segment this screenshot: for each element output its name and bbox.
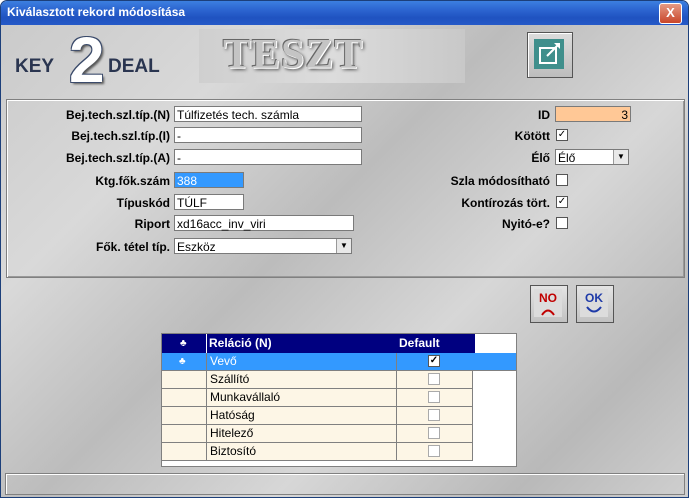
label-elo: Élő — [531, 151, 550, 165]
status-bar — [5, 473, 685, 495]
cancel-button[interactable]: NO — [530, 285, 568, 323]
club-icon: ♣ — [180, 338, 187, 349]
logo-two-text: 2 — [69, 24, 105, 96]
default-checkbox[interactable] — [428, 409, 440, 421]
edit-icon — [534, 39, 564, 69]
row-indicator[interactable] — [162, 371, 207, 389]
row-indicator[interactable] — [162, 407, 207, 425]
row-indicator[interactable] — [162, 425, 207, 443]
tech-szl-i-input[interactable]: - — [174, 127, 362, 143]
table-row-name[interactable]: Munkavállaló — [207, 389, 397, 407]
column-header-default[interactable]: Default — [397, 334, 475, 353]
title-bar[interactable]: Kiválasztott rekord módosítása X — [1, 1, 688, 25]
logo-key-text: KEY — [15, 56, 55, 77]
table-row-name[interactable]: Hitelező — [207, 425, 397, 443]
table-row-default[interactable] — [397, 425, 473, 443]
table-row-default[interactable] — [397, 407, 473, 425]
label-tech-szl-i: Bej.tech.szl.típ.(I) — [71, 129, 170, 143]
kotott-checkbox[interactable]: ✓ — [556, 129, 568, 141]
default-checkbox[interactable] — [428, 373, 440, 385]
close-button[interactable]: X — [659, 3, 682, 24]
table-row-default[interactable] — [397, 371, 473, 389]
tech-szl-a-input[interactable]: - — [174, 149, 362, 165]
label-nyito-e: Nyitó-e? — [502, 217, 550, 231]
row-indicator[interactable] — [162, 443, 207, 461]
chevron-down-icon[interactable]: ▼ — [336, 239, 351, 253]
edit-button[interactable] — [527, 32, 573, 78]
table-row-default[interactable] — [397, 389, 473, 407]
label-riport: Riport — [134, 217, 170, 231]
label-ktg-fok-szam: Ktg.fők.szám — [95, 174, 170, 188]
label-kontirozas-tort: Kontírozás tört. — [461, 196, 550, 210]
kontirozas-tort-checkbox[interactable]: ✓ — [556, 196, 568, 208]
environment-banner: TESZT — [223, 32, 364, 78]
label-szla-modosithato: Szla módosítható — [450, 174, 550, 188]
table-row-name[interactable]: Szállító — [207, 371, 397, 389]
label-kotott: Kötött — [514, 129, 550, 143]
default-checkbox[interactable] — [428, 391, 440, 403]
default-checkbox[interactable]: ✓ — [428, 355, 440, 367]
window-title: Kiválasztott rekord módosítása — [7, 5, 186, 19]
tipuskod-input[interactable]: TÚLF — [174, 194, 244, 210]
logo-deal-text: DEAL — [108, 56, 160, 77]
table-row-name[interactable]: Vevő — [207, 353, 397, 371]
ok-button[interactable]: OK — [576, 285, 614, 323]
column-header-relation[interactable]: Reláció (N) — [207, 334, 398, 353]
dialog-window: Kiválasztott rekord módosítása X KEY 2 D… — [0, 0, 689, 498]
label-tipuskod: Típuskód — [116, 196, 170, 210]
table-row-name[interactable]: Hatóság — [207, 407, 397, 425]
ktg-fok-szam-input[interactable]: 388 — [174, 172, 244, 188]
smile-face-icon: OK — [580, 289, 608, 317]
default-checkbox[interactable] — [428, 427, 440, 439]
grid-corner[interactable]: ♣ — [162, 334, 206, 353]
fok-tetel-tip-value: Eszköz — [177, 240, 216, 254]
fok-tetel-tip-select[interactable]: Eszköz ▼ — [174, 238, 352, 254]
tech-szl-n-input[interactable]: Túlfizetés tech. számla — [174, 106, 362, 122]
nyito-e-checkbox[interactable] — [556, 217, 568, 229]
riport-input[interactable]: xd16acc_inv_viri — [174, 215, 354, 231]
sad-face-icon: NO — [534, 289, 562, 317]
table-row-default[interactable]: ✓ — [397, 353, 516, 371]
table-row-default[interactable] — [397, 443, 473, 461]
relation-grid[interactable]: ♣ Reláció (N) Default ♣ Vevő ✓ Szállító … — [161, 333, 517, 467]
chevron-down-icon[interactable]: ▼ — [613, 150, 628, 164]
default-checkbox[interactable] — [428, 445, 440, 457]
id-field[interactable]: 3 — [555, 106, 631, 122]
elo-value: Élő — [558, 151, 576, 165]
record-form-panel: Bej.tech.szl.típ.(N) Túlfizetés tech. sz… — [6, 99, 685, 278]
label-tech-szl-n: Bej.tech.szl.típ.(N) — [65, 108, 170, 122]
szla-modosithato-checkbox[interactable] — [556, 174, 568, 186]
table-row-name[interactable]: Biztosító — [207, 443, 397, 461]
row-indicator[interactable] — [162, 389, 207, 407]
label-fok-tetel-tip: Fők. tétel típ. — [95, 240, 170, 254]
row-indicator[interactable]: ♣ — [162, 353, 207, 371]
elo-select[interactable]: Élő ▼ — [555, 149, 629, 165]
label-id: ID — [538, 108, 550, 122]
label-tech-szl-a: Bej.tech.szl.típ.(A) — [65, 151, 170, 165]
club-icon: ♣ — [179, 356, 186, 367]
